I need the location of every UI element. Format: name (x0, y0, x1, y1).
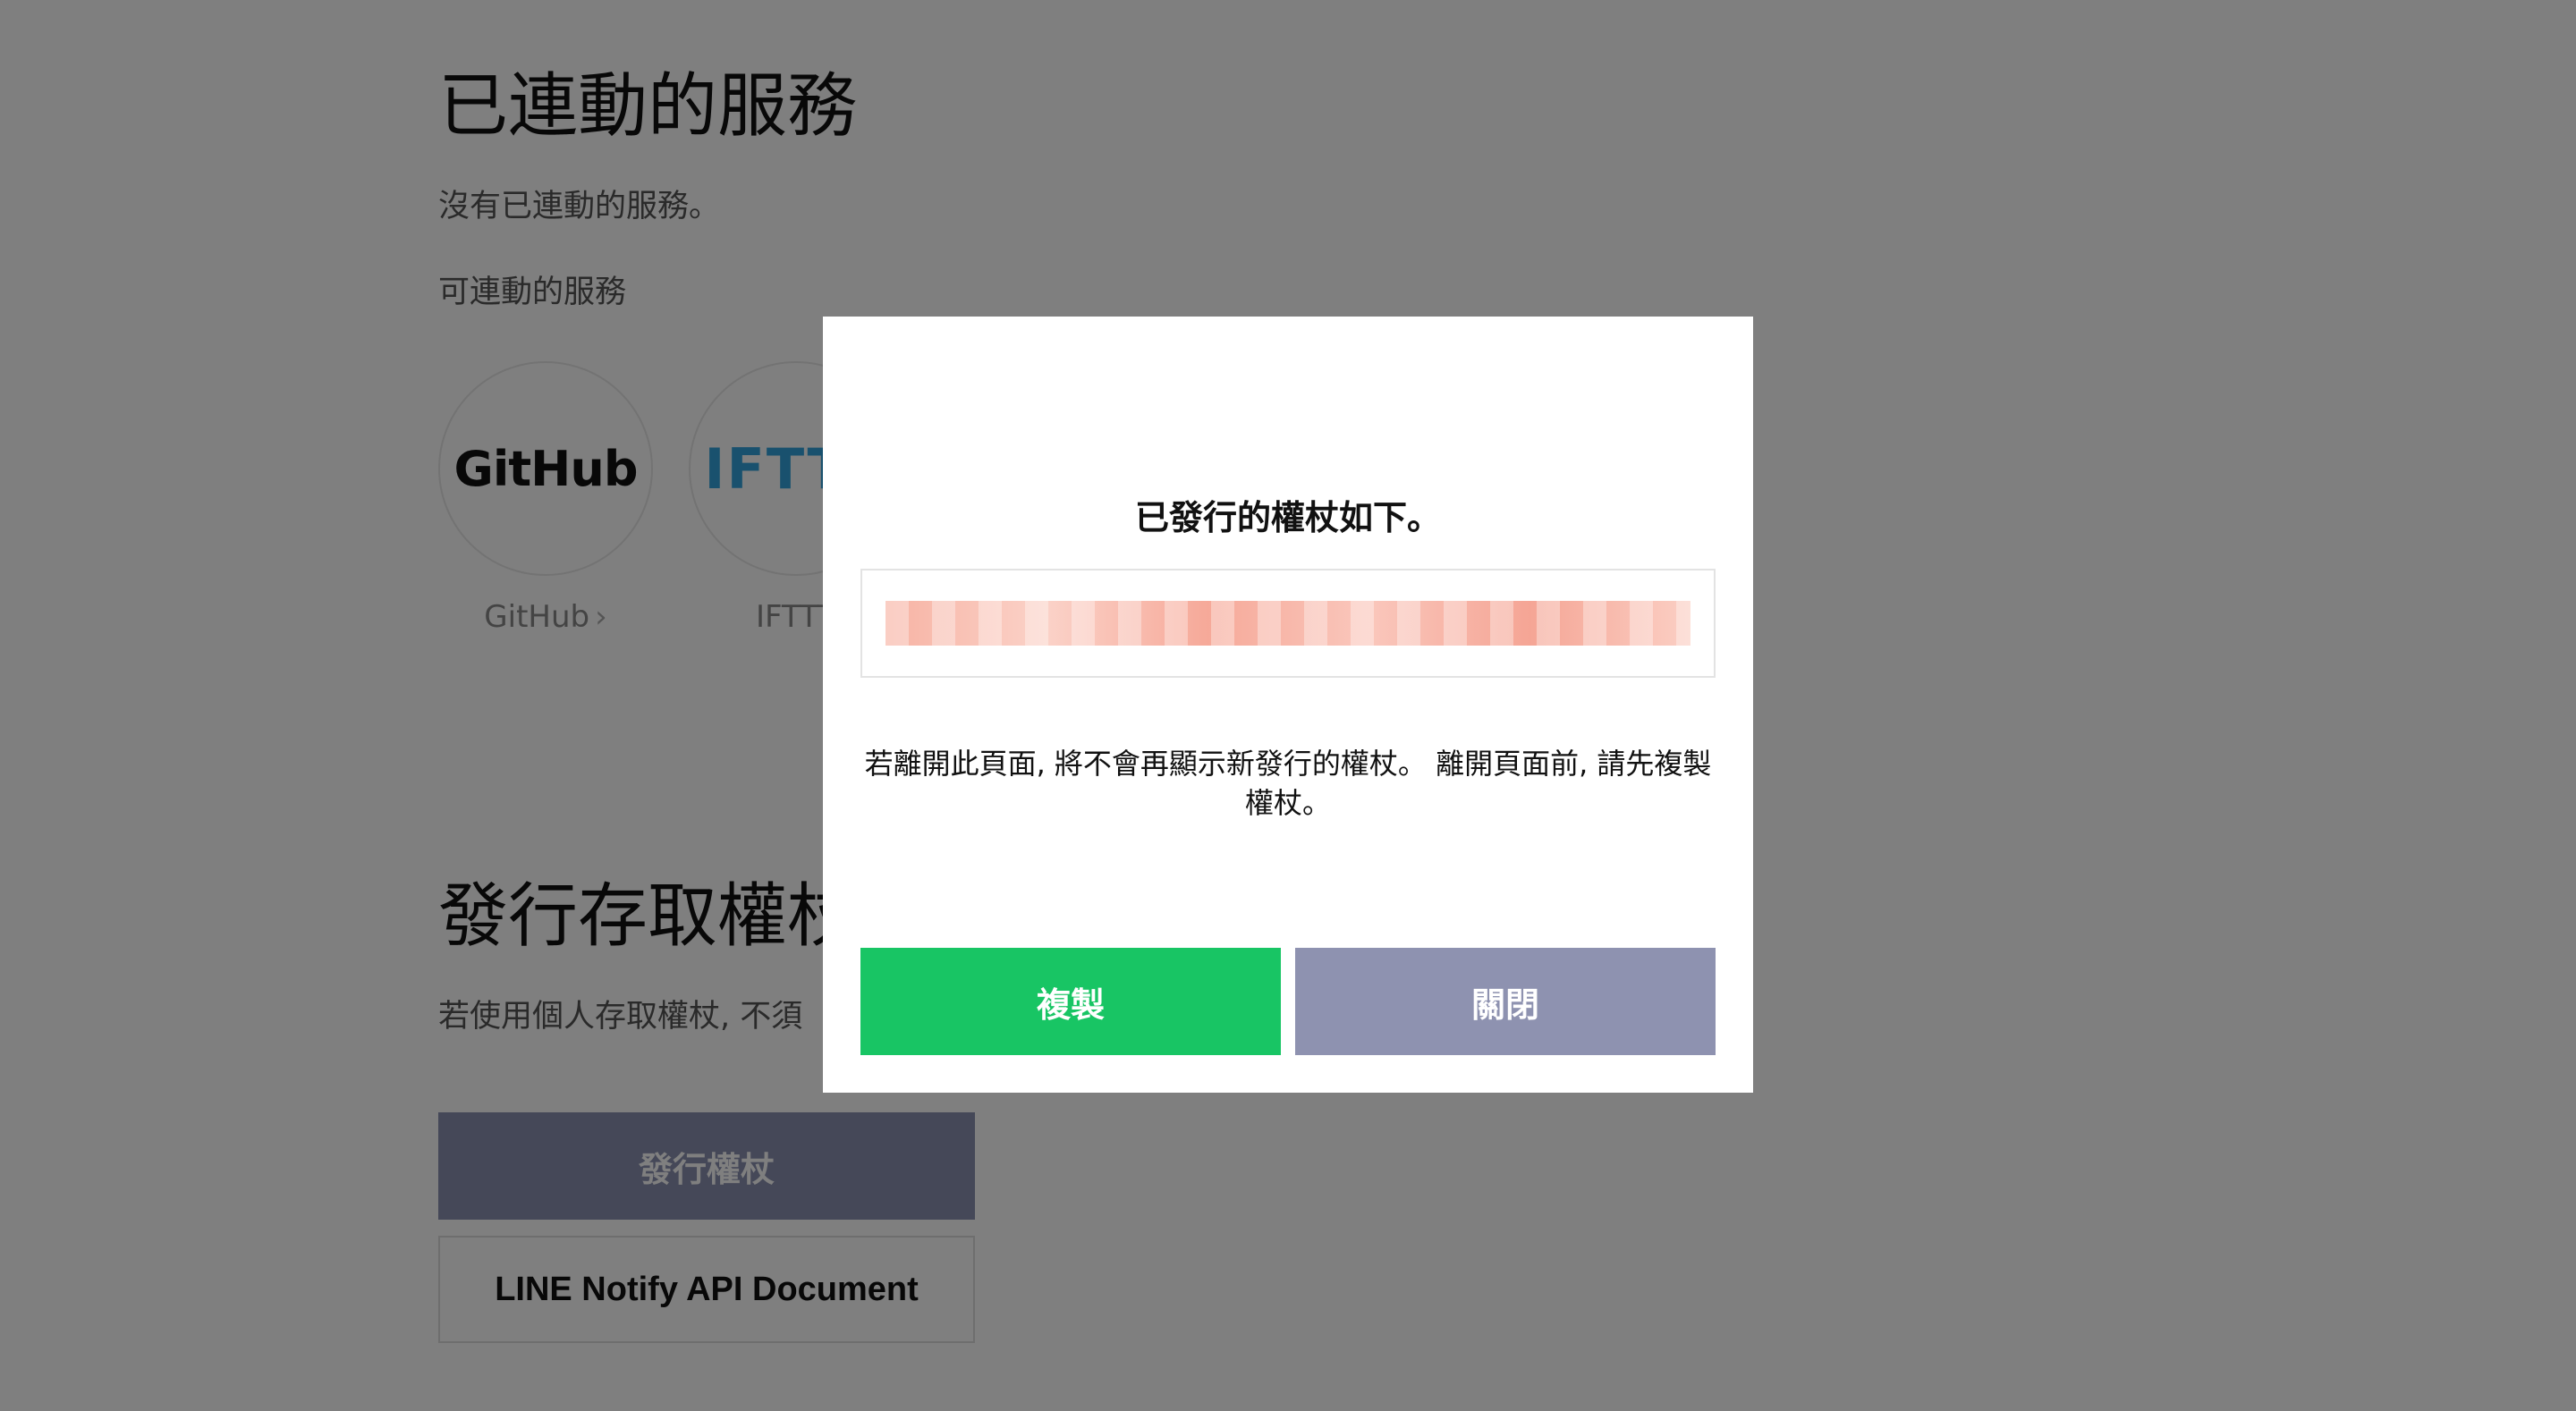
token-value-redacted (886, 601, 1690, 646)
token-field[interactable] (860, 569, 1716, 678)
copy-button[interactable]: 複製 (860, 948, 1281, 1055)
close-button[interactable]: 關閉 (1295, 948, 1716, 1055)
modal-title: 已發行的權杖如下。 (1134, 498, 1441, 537)
modal-warning-text: 若離開此頁面, 將不會再顯示新發行的權杖。 離開頁面前, 請先複製權杖。 (864, 747, 1712, 820)
page: 已連動的服務 沒有已連動的服務。 可連動的服務 GitHub GitHub› I… (0, 0, 2576, 1411)
token-modal: 已發行的權杖如下。 若離開此頁面, 將不會再顯示新發行的權杖。 離開頁面前, 請… (823, 317, 1753, 1093)
